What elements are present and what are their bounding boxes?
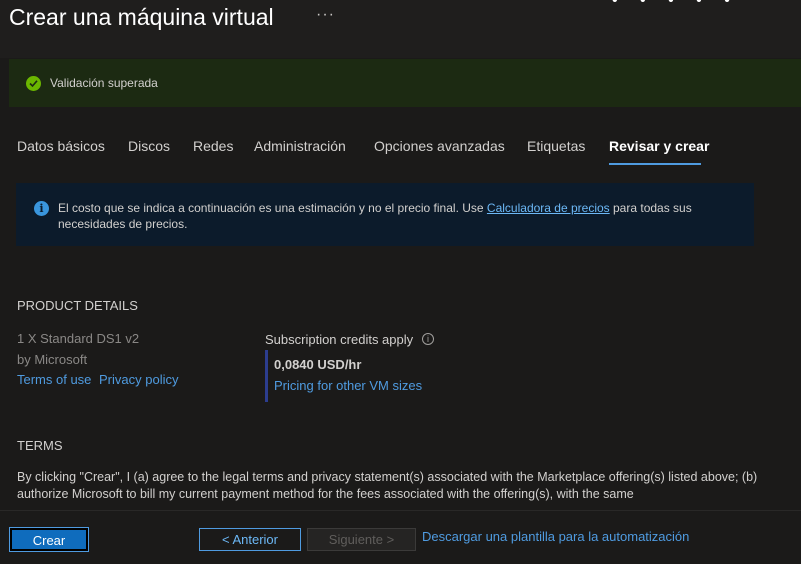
pricing-calculator-link[interactable]: Calculadora de precios [487, 201, 610, 215]
toolbar-dots-icon: • • • • • [612, 0, 739, 9]
previous-button[interactable]: < Anterior [199, 528, 301, 551]
product-publisher: by Microsoft [17, 352, 88, 367]
create-button[interactable]: Crear [9, 527, 89, 552]
price-value: 0,0840 USD/hr [274, 357, 362, 372]
pricing-info-text: El costo que se indica a continuación es… [58, 200, 718, 232]
pricing-info-box: i El costo que se indica a continuación … [16, 183, 754, 246]
tab-datos-basicos[interactable]: Datos básicos [17, 138, 105, 154]
check-circle-icon [26, 76, 41, 91]
product-details-heading: PRODUCT DETAILS [17, 298, 138, 313]
download-template-link[interactable]: Descargar una plantilla para la automati… [422, 529, 689, 544]
pricing-other-sizes-link[interactable]: Pricing for other VM sizes [274, 378, 422, 393]
subscription-credits-label: Subscription credits apply [265, 332, 414, 347]
tab-bar: Datos básicos Discos Redes Administració… [0, 138, 801, 166]
terms-text: By clicking "Crear", I (a) agree to the … [17, 470, 758, 501]
next-button[interactable]: Siguiente > [307, 528, 416, 551]
info-circle-icon[interactable]: i [422, 333, 434, 345]
info-icon: i [34, 201, 49, 216]
privacy-policy-link[interactable]: Privacy policy [99, 372, 178, 387]
terms-of-use-link[interactable]: Terms of use [17, 372, 91, 387]
product-name: 1 X Standard DS1 v2 [17, 331, 140, 346]
tab-discos[interactable]: Discos [128, 138, 170, 154]
terms-heading: TERMS [17, 438, 63, 453]
validation-text: Validación superada [50, 76, 158, 90]
title-bar: Crear una máquina virtual ··· • • • • • [0, 0, 801, 58]
tab-revisar-y-crear[interactable]: Revisar y crear [609, 138, 709, 154]
info-text-before: El costo que se indica a continuación es… [58, 201, 487, 215]
tab-administracion[interactable]: Administración [254, 138, 346, 154]
page-title: Crear una máquina virtual [9, 4, 274, 30]
tab-etiquetas[interactable]: Etiquetas [527, 138, 585, 154]
tab-opciones-avanzadas[interactable]: Opciones avanzadas [374, 138, 505, 154]
price-accent-bar [265, 350, 268, 402]
more-options-icon[interactable]: ··· [316, 6, 335, 24]
validation-banner: Validación superada [9, 59, 801, 107]
active-tab-indicator [609, 163, 701, 165]
footer-bar: Crear < Anterior Siguiente > Descargar u… [0, 510, 801, 564]
tab-redes[interactable]: Redes [193, 138, 233, 154]
